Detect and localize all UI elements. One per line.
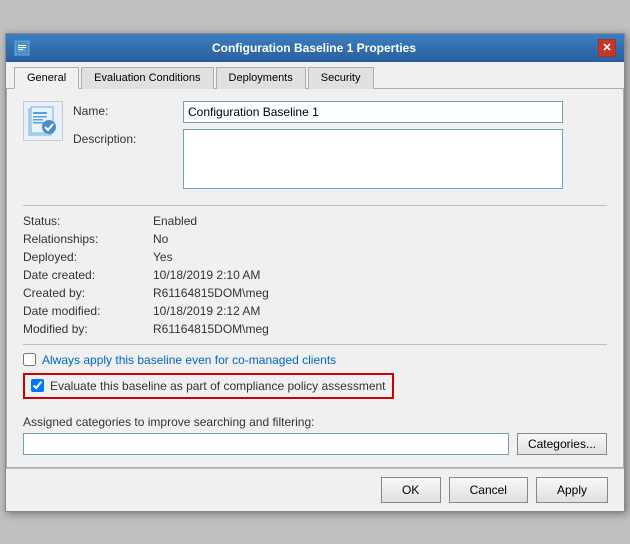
main-window: Configuration Baseline 1 Properties ✕ Ge…	[5, 33, 625, 512]
deployed-value: Yes	[153, 250, 607, 264]
evaluate-checkbox[interactable]	[31, 379, 44, 392]
cancel-button[interactable]: Cancel	[449, 477, 528, 503]
apply-button[interactable]: Apply	[536, 477, 608, 503]
icon-area	[23, 101, 63, 195]
modified-by-value: R61164815DOM\meg	[153, 322, 607, 336]
date-modified-label: Date modified:	[23, 304, 153, 318]
status-value: Enabled	[153, 214, 607, 228]
tab-evaluation[interactable]: Evaluation Conditions	[81, 67, 213, 89]
date-created-label: Date created:	[23, 268, 153, 282]
tab-content: Name: Description: Status: Enabled Relat…	[6, 89, 624, 468]
info-grid: Status: Enabled Relationships: No Deploy…	[23, 214, 607, 336]
footer: OK Cancel Apply	[6, 468, 624, 511]
always-apply-label[interactable]: Always apply this baseline even for co-m…	[42, 353, 336, 367]
description-row: Description:	[73, 129, 607, 189]
deployed-label: Deployed:	[23, 250, 153, 264]
categories-input[interactable]	[23, 433, 509, 455]
modified-by-label: Modified by:	[23, 322, 153, 336]
window-title: Configuration Baseline 1 Properties	[30, 41, 598, 55]
always-apply-checkbox[interactable]	[23, 353, 36, 366]
relationships-label: Relationships:	[23, 232, 153, 246]
divider-2	[23, 344, 607, 345]
description-textarea[interactable]	[183, 129, 563, 189]
tab-security[interactable]: Security	[308, 67, 374, 89]
description-label: Description:	[73, 129, 183, 146]
evaluate-label[interactable]: Evaluate this baseline as part of compli…	[50, 379, 386, 393]
date-created-value: 10/18/2019 2:10 AM	[153, 268, 607, 282]
header-form: Name: Description:	[73, 101, 607, 195]
evaluate-highlight-box: Evaluate this baseline as part of compli…	[23, 373, 394, 399]
categories-button[interactable]: Categories...	[517, 433, 607, 455]
baseline-icon	[23, 101, 63, 141]
title-bar: Configuration Baseline 1 Properties ✕	[6, 34, 624, 62]
tab-deployments[interactable]: Deployments	[216, 67, 306, 89]
categories-row: Categories...	[23, 433, 607, 455]
ok-button[interactable]: OK	[381, 477, 441, 503]
created-by-label: Created by:	[23, 286, 153, 300]
name-input[interactable]	[183, 101, 563, 123]
tabs-bar: General Evaluation Conditions Deployment…	[6, 62, 624, 89]
evaluate-row: Evaluate this baseline as part of compli…	[31, 379, 386, 393]
always-apply-row: Always apply this baseline even for co-m…	[23, 353, 607, 367]
relationships-value: No	[153, 232, 607, 246]
header-section: Name: Description:	[23, 101, 607, 195]
close-button[interactable]: ✕	[598, 39, 616, 57]
categories-label: Assigned categories to improve searching…	[23, 415, 607, 429]
date-modified-value: 10/18/2019 2:12 AM	[153, 304, 607, 318]
name-label: Name:	[73, 101, 183, 118]
divider-1	[23, 205, 607, 206]
tab-general[interactable]: General	[14, 67, 79, 89]
created-by-value: R61164815DOM\meg	[153, 286, 607, 300]
window-icon	[14, 40, 30, 56]
status-label: Status:	[23, 214, 153, 228]
name-row: Name:	[73, 101, 607, 123]
categories-section: Assigned categories to improve searching…	[23, 415, 607, 455]
